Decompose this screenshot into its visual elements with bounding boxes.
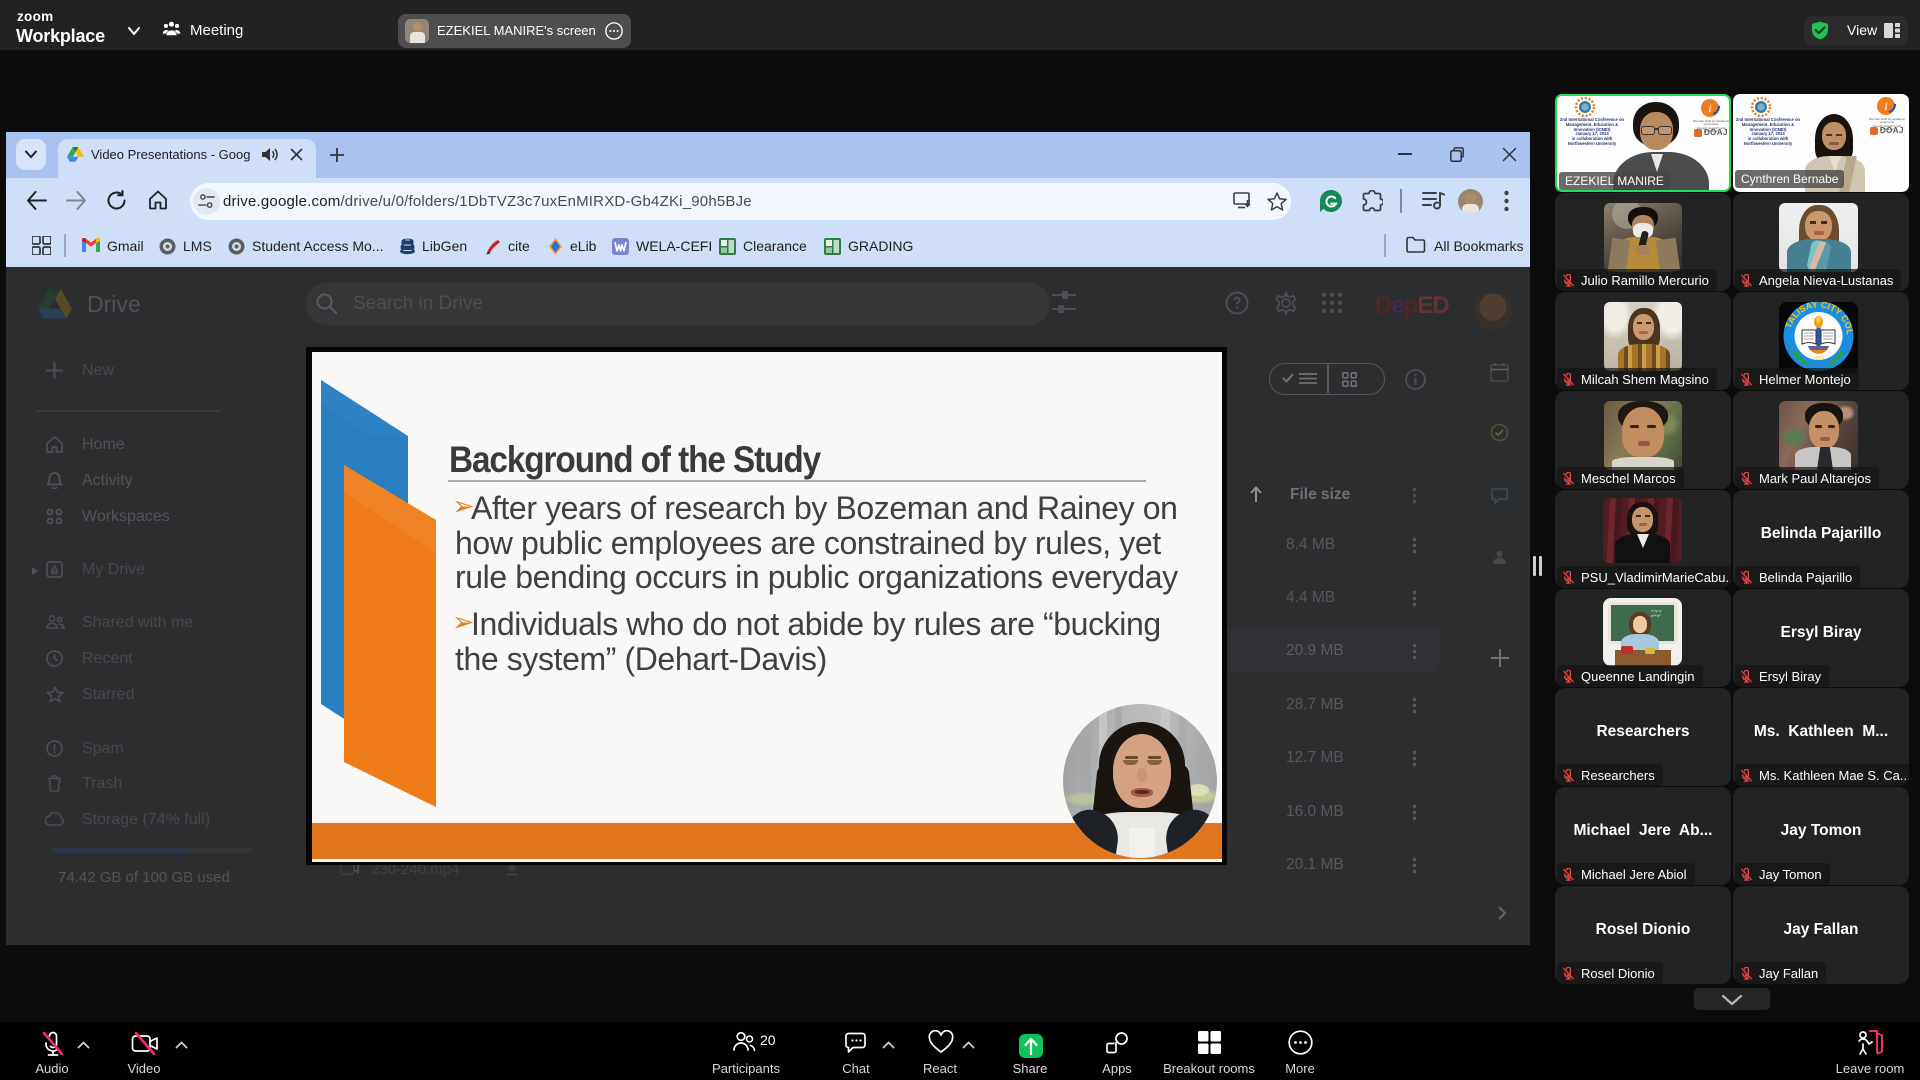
svg-text:i: i [1884, 99, 1887, 113]
svg-text:2004: 2004 [1813, 356, 1824, 362]
svg-text:i: i [1708, 101, 1711, 115]
